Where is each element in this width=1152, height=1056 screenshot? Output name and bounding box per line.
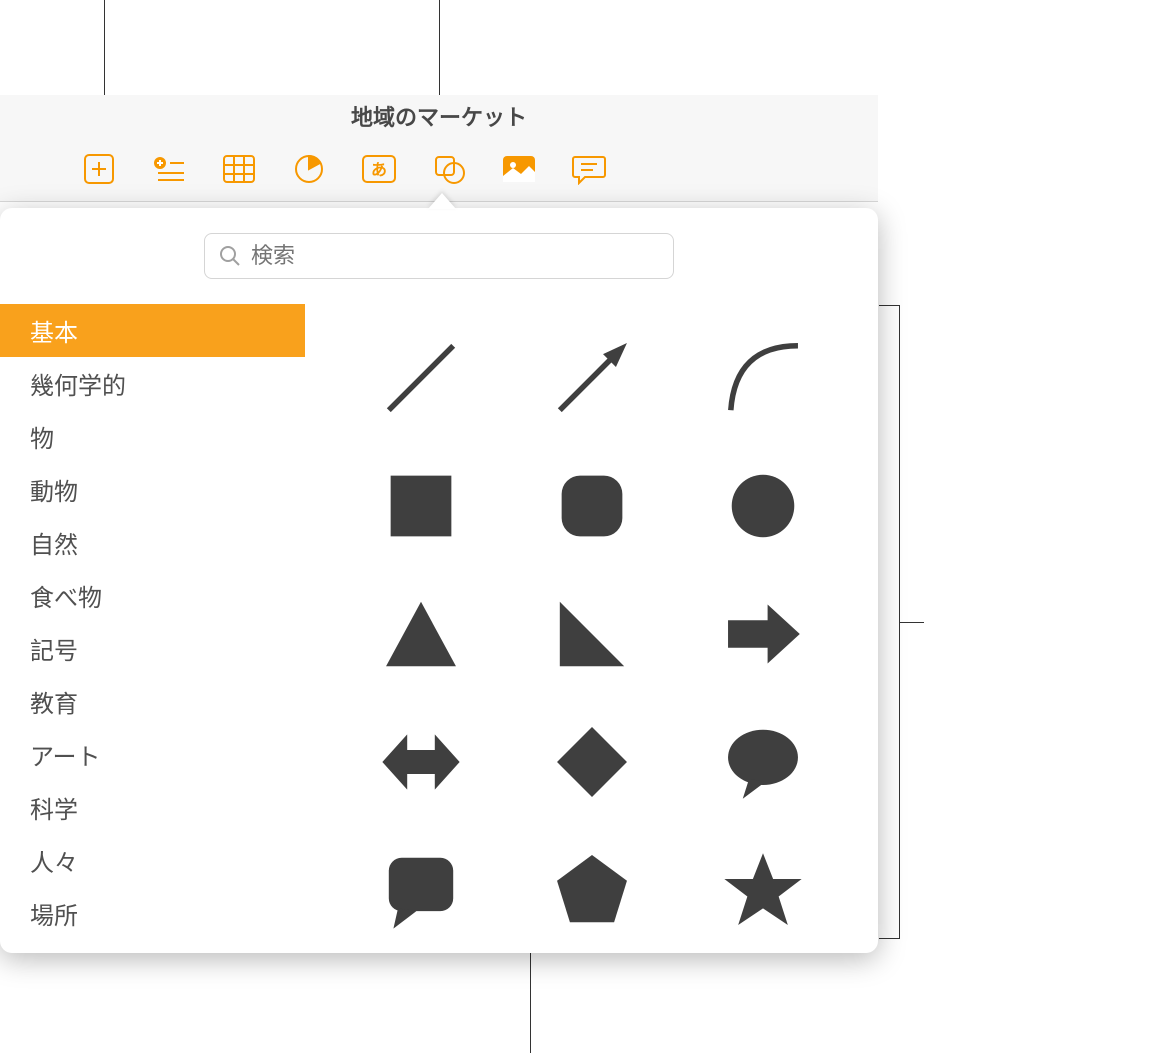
shape-curve[interactable] xyxy=(677,314,848,442)
shape-triangle[interactable] xyxy=(335,570,506,698)
sidebar-item-label: 基本 xyxy=(30,313,78,348)
shape-line[interactable] xyxy=(335,314,506,442)
sidebar-item-label: 自然 xyxy=(30,525,78,560)
callout-tick xyxy=(900,622,924,623)
sidebar-item-education[interactable]: 教育 xyxy=(0,675,305,728)
shapes-icon xyxy=(432,153,466,185)
sidebar-item-geometric[interactable]: 幾何学的 xyxy=(0,357,305,410)
shape-arrow-right[interactable] xyxy=(677,570,848,698)
sidebar-item-label: 記号 xyxy=(30,631,78,666)
callout-line xyxy=(104,0,105,95)
sidebar-item-places[interactable]: 場所 xyxy=(0,887,305,940)
shape-speech-rect[interactable] xyxy=(335,826,506,953)
shape-diamond[interactable] xyxy=(506,698,677,826)
callout-line xyxy=(439,0,440,95)
shape-circle[interactable] xyxy=(677,442,848,570)
table-button[interactable] xyxy=(220,152,258,186)
text-box-icon: あ xyxy=(361,154,397,184)
shape-rounded-square[interactable] xyxy=(506,442,677,570)
sidebar-item-label: 食べ物 xyxy=(30,578,102,613)
sidebar-item-label: 教育 xyxy=(30,684,78,719)
shape-pentagon[interactable] xyxy=(506,826,677,953)
comment-icon xyxy=(571,153,607,185)
media-button[interactable] xyxy=(500,152,538,186)
app-window: 地域のマーケット xyxy=(0,95,878,202)
sidebar-item-people[interactable]: 人々 xyxy=(0,834,305,887)
shape-right-triangle[interactable] xyxy=(506,570,677,698)
plus-list-icon xyxy=(152,155,186,183)
pie-icon xyxy=(293,153,325,185)
chart-button[interactable] xyxy=(290,152,328,186)
insert-button[interactable] xyxy=(150,152,188,186)
image-icon xyxy=(501,154,537,184)
sidebar-item-label: 活動 xyxy=(30,949,78,953)
add-page-button[interactable] xyxy=(80,152,118,186)
document-title: 地域のマーケット xyxy=(351,100,527,132)
shape-square[interactable] xyxy=(335,442,506,570)
sidebar-item-animals[interactable]: 動物 xyxy=(0,463,305,516)
title-bar: 地域のマーケット xyxy=(0,95,878,137)
table-icon xyxy=(222,154,256,184)
shape-popover: 基本 幾何学的 物 動物 自然 食べ物 記号 教育 アート 科学 人々 場所 活… xyxy=(0,208,878,953)
sidebar-item-objects[interactable]: 物 xyxy=(0,410,305,463)
sidebar-item-label: 場所 xyxy=(30,896,78,931)
sidebar-item-label: 科学 xyxy=(30,790,78,825)
callout-line xyxy=(530,953,531,1053)
sidebar-item-science[interactable]: 科学 xyxy=(0,781,305,834)
sidebar-item-label: 幾何学的 xyxy=(30,366,126,401)
plus-box-icon xyxy=(82,152,116,186)
search-input[interactable] xyxy=(251,243,659,269)
sidebar-item-label: 動物 xyxy=(30,472,78,507)
shapes-grid[interactable] xyxy=(305,304,878,953)
shape-double-arrow[interactable] xyxy=(335,698,506,826)
sidebar-item-symbols[interactable]: 記号 xyxy=(0,622,305,675)
popover-arrow xyxy=(428,193,456,209)
category-sidebar[interactable]: 基本 幾何学的 物 動物 自然 食べ物 記号 教育 アート 科学 人々 場所 活… xyxy=(0,304,305,953)
shape-star[interactable] xyxy=(677,826,848,953)
sidebar-item-label: アート xyxy=(30,737,101,772)
sidebar-item-label: 人々 xyxy=(30,843,78,878)
shape-speech-oval[interactable] xyxy=(677,698,848,826)
popover-body: 基本 幾何学的 物 動物 自然 食べ物 記号 教育 アート 科学 人々 場所 活… xyxy=(0,304,878,953)
shape-button[interactable] xyxy=(430,152,468,186)
search-box[interactable] xyxy=(204,233,674,279)
sidebar-item-art[interactable]: アート xyxy=(0,728,305,781)
text-button[interactable]: あ xyxy=(360,152,398,186)
comment-button[interactable] xyxy=(570,152,608,186)
shape-arrow-line[interactable] xyxy=(506,314,677,442)
svg-text:あ: あ xyxy=(371,161,387,179)
sidebar-item-basic[interactable]: 基本 xyxy=(0,304,305,357)
sidebar-item-activities[interactable]: 活動 xyxy=(0,940,305,953)
search-icon xyxy=(219,245,241,267)
search-row xyxy=(0,208,878,304)
sidebar-item-nature[interactable]: 自然 xyxy=(0,516,305,569)
sidebar-item-food[interactable]: 食べ物 xyxy=(0,569,305,622)
sidebar-item-label: 物 xyxy=(30,419,54,454)
